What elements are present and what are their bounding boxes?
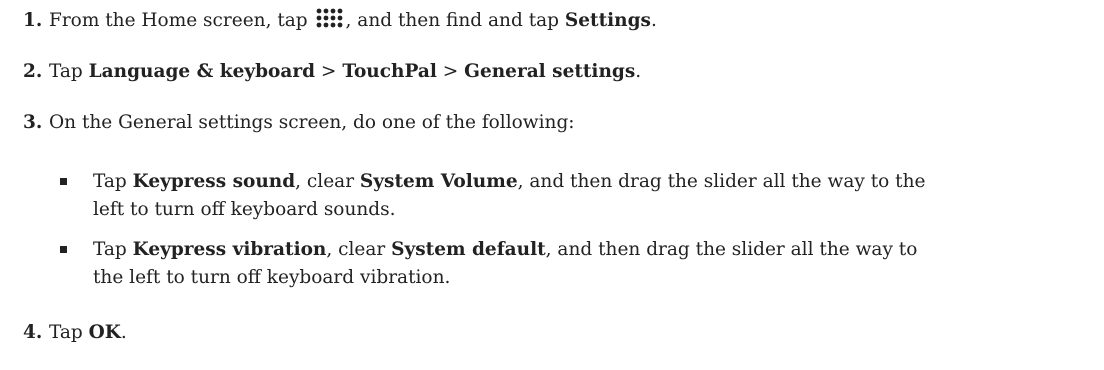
bullet-line: Tap Keypress sound, clear System Volume,…	[93, 168, 1093, 196]
bullet-text: , and then drag the slider all the way t…	[545, 239, 918, 260]
step-text: On the General settings screen, do one o…	[49, 112, 575, 133]
ui-term-system-default: System default	[391, 239, 546, 260]
step-4: 4. Tap OK.	[23, 319, 127, 347]
step-number: 1.	[23, 10, 43, 31]
punctuation: .	[650, 10, 657, 31]
bullet-item-keypress-sound: Tap Keypress sound, clear System Volume,…	[60, 168, 1093, 224]
bullet-text: , clear	[326, 239, 392, 260]
bullet-marker	[60, 178, 67, 185]
punctuation: .	[635, 61, 642, 82]
ui-term-settings: Settings	[564, 10, 651, 31]
ui-term-system-volume: System Volume	[359, 171, 518, 192]
bullet-marker	[60, 246, 67, 253]
separator: >	[315, 61, 343, 82]
step-text: Tap	[49, 322, 89, 343]
ui-term-language-keyboard: Language & keyboard	[88, 61, 316, 82]
bullet-line: left to turn off keyboard sounds.	[93, 199, 396, 220]
separator: >	[436, 61, 465, 82]
apps-grid-icon	[316, 8, 342, 28]
ui-term-keypress-sound: Keypress sound	[132, 171, 296, 192]
step-1: 1. From the Home screen, tap , and then f…	[23, 7, 657, 35]
step-text: Tap	[49, 61, 89, 82]
ui-term-general-settings: General settings	[464, 61, 636, 82]
ui-term-keypress-vibration: Keypress vibration	[132, 239, 327, 260]
bullet-line: Tap Keypress vibration, clear System def…	[93, 236, 1093, 264]
bullet-item-keypress-vibration: Tap Keypress vibration, clear System def…	[60, 236, 1093, 292]
step-number: 4.	[23, 322, 43, 343]
bullet-line: the left to turn off keyboard vibration.	[93, 267, 451, 288]
step-number: 2.	[23, 61, 43, 82]
bullet-text: Tap	[93, 239, 133, 260]
bullet-text: , and then drag the slider all the way t…	[517, 171, 926, 192]
bullet-text: , clear	[295, 171, 360, 192]
step-2: 2. Tap Language & keyboard > TouchPal > G…	[23, 58, 641, 86]
step-text: From the Home screen, tap	[49, 10, 314, 31]
punctuation: .	[120, 322, 127, 343]
ui-term-touchpal: TouchPal	[342, 61, 437, 82]
step-3: 3. On the General settings screen, do one…	[23, 109, 575, 137]
ui-term-ok: OK	[88, 322, 121, 343]
step-text: , and then find and tap	[345, 10, 565, 31]
step-number: 3.	[23, 112, 43, 133]
bullet-text: Tap	[93, 171, 133, 192]
